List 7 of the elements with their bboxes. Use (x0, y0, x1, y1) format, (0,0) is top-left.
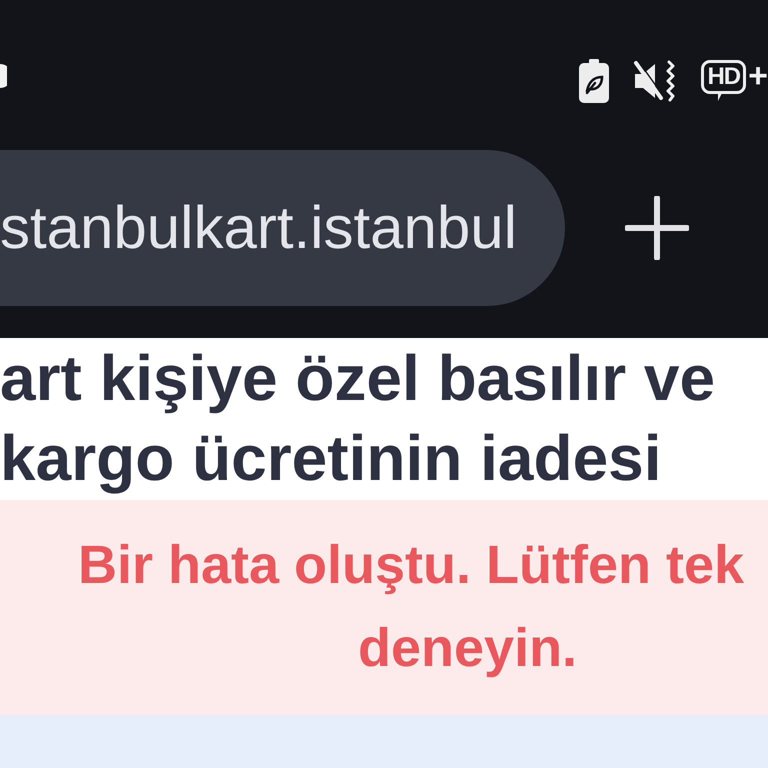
plus-icon[interactable] (625, 196, 689, 260)
hd-voice-label: HD + (701, 60, 768, 102)
battery-leaf-icon (579, 59, 610, 103)
page-heading-text: art kişiye özel basılır ve kargo ücretinin iadesi (0, 341, 716, 496)
error-message: Bir hata oluştu. Lütfen tek deneyin. (77, 534, 744, 680)
mute-vibrate-icon (633, 60, 678, 102)
url-field[interactable]: stanbulkart.istanbul (0, 150, 565, 306)
